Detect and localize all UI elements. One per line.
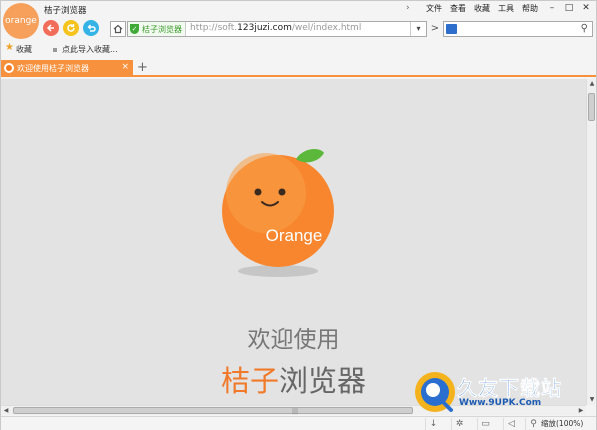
settings-icon[interactable]: ✲ <box>451 418 467 430</box>
logo-text: orange <box>5 16 37 26</box>
search-engine-icon[interactable] <box>446 24 457 34</box>
window-title: 桔子浏览器 <box>44 6 87 16</box>
star-icon: ★ <box>5 42 14 53</box>
go-button[interactable]: > <box>429 21 441 37</box>
menu-file[interactable]: 文件 <box>426 3 442 14</box>
maximize-button[interactable]: □ <box>562 3 576 13</box>
url-text[interactable]: http://soft.123juzi.com/wel/index.html <box>190 23 361 33</box>
security-badge[interactable]: ✓ 桔子浏览器 <box>128 22 186 36</box>
zoom-level[interactable]: 缩放(100%) <box>541 418 583 430</box>
vertical-scrollbar[interactable]: ▲ ▼ <box>586 79 596 405</box>
horizontal-scroll-thumb[interactable]: ||| <box>13 407 413 415</box>
undo-button[interactable] <box>83 20 99 36</box>
zoom-icon[interactable]: ⚲ <box>525 418 541 430</box>
download-icon[interactable]: ↓ <box>425 418 441 430</box>
watermark-title: 久友下载站 <box>457 376 562 401</box>
brand-rest: 浏览器 <box>279 364 367 398</box>
browser-window: orange 桔子浏览器 › 文件 查看 收藏 工具 帮助 – □ ✕ ✓ 桔子… <box>0 0 597 430</box>
screenshot-icon[interactable]: ▭ <box>477 418 493 430</box>
minimize-button[interactable]: – <box>545 3 559 13</box>
search-icon[interactable]: ⚲ <box>581 23 588 34</box>
back-arrow-icon <box>46 24 54 32</box>
mascot-right-eye <box>278 188 286 196</box>
import-favorites-label: 点此导入收藏... <box>62 45 118 54</box>
menu-favorites[interactable]: 收藏 <box>474 3 490 14</box>
address-dropdown-button[interactable]: ▾ <box>410 22 426 36</box>
search-box[interactable]: ⚲ <box>443 21 593 37</box>
watermark-url: Www.9UPK.Com <box>459 398 542 408</box>
watermark: 久友下载站 Www.9UPK.Com <box>413 368 593 418</box>
url-host: 123juzi.com <box>237 23 292 33</box>
home-icon <box>113 24 123 34</box>
tab-bar: 欢迎使用桔子浏览器 × + <box>1 59 596 77</box>
page-content: Orange 欢迎使用 桔子浏览器 <box>1 79 586 405</box>
watermark-logo-icon <box>415 372 455 412</box>
mascot-label: Orange <box>266 226 323 245</box>
brand-highlight: 桔子 <box>220 364 279 398</box>
import-favorites-link[interactable]: 点此导入收藏... <box>53 44 118 55</box>
tab-welcome[interactable]: 欢迎使用桔子浏览器 × <box>1 60 133 77</box>
shield-icon: ✓ <box>130 24 139 34</box>
menu-chevron-icon[interactable]: › <box>406 3 414 13</box>
app-logo[interactable]: orange <box>3 3 39 39</box>
bookmarks-bar: ★ 收藏 点此导入收藏... <box>1 41 596 57</box>
scroll-grip-icon: ||| <box>292 408 299 415</box>
mascot-highlight <box>226 153 306 233</box>
volume-icon[interactable]: ◁ <box>503 418 519 430</box>
orange-favicon-icon <box>4 63 14 73</box>
orange-mascot-icon: Orange <box>222 149 334 277</box>
status-bar: ↓ ✲ ▭ ◁ ⚲ 缩放(100%) <box>1 416 596 430</box>
mascot-leaf <box>296 149 324 163</box>
address-bar[interactable]: ✓ 桔子浏览器 http://soft.123juzi.com/wel/inde… <box>127 21 427 37</box>
menu-help[interactable]: 帮助 <box>522 3 538 14</box>
home-button[interactable] <box>110 21 126 37</box>
menu-view[interactable]: 查看 <box>450 3 466 14</box>
favorites-button[interactable]: 收藏 <box>16 44 32 55</box>
scroll-left-icon[interactable]: ◀ <box>1 406 11 416</box>
back-button[interactable] <box>43 20 59 36</box>
welcome-text: 欢迎使用 <box>247 327 340 353</box>
scroll-up-icon[interactable]: ▲ <box>587 79 597 89</box>
refresh-icon <box>67 24 75 32</box>
url-prefix: http://soft. <box>190 23 238 33</box>
undo-icon <box>87 24 96 32</box>
close-button[interactable]: ✕ <box>579 3 593 13</box>
security-label: 桔子浏览器 <box>142 24 182 34</box>
url-path: /wel/index.html <box>291 23 362 33</box>
vertical-scroll-thumb[interactable] <box>588 93 595 121</box>
refresh-button[interactable] <box>63 20 79 36</box>
tab-close-icon[interactable]: × <box>121 62 129 72</box>
tab-label: 欢迎使用桔子浏览器 <box>17 64 89 73</box>
bullet-icon <box>53 47 57 52</box>
menu-bar: › 文件 查看 收藏 工具 帮助 – □ ✕ <box>406 1 593 15</box>
new-tab-button[interactable]: + <box>137 60 148 75</box>
menu-tools[interactable]: 工具 <box>498 3 514 14</box>
mascot-left-eye <box>254 188 262 196</box>
